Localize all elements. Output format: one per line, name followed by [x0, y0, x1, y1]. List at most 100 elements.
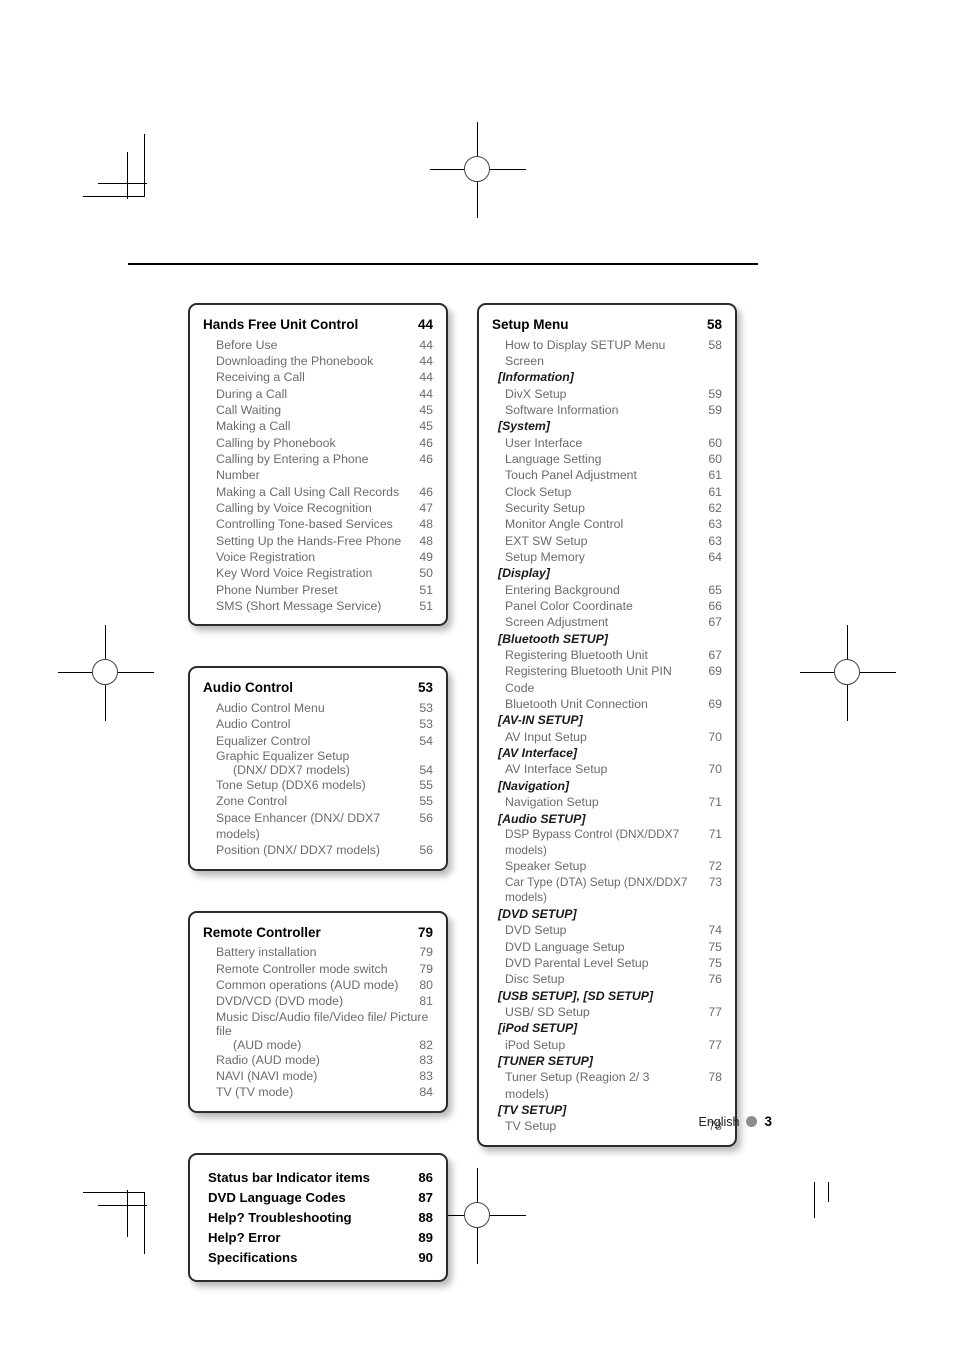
toc-entry[interactable]: Language Setting 60 [492, 451, 722, 467]
toc-entry[interactable]: Calling by Entering a Phone Number 46 [203, 451, 433, 484]
toc-entry[interactable]: DVD Language Codes 87 [203, 1188, 433, 1208]
toc-entry[interactable]: Calling by Voice Recognition 47 [203, 500, 433, 516]
toc-entry[interactable]: Setup Memory 64 [492, 549, 722, 565]
toc-entry-page: 81 [419, 994, 433, 1009]
toc-entry[interactable]: How to Display SETUP Menu Screen 58 [492, 337, 722, 370]
toc-entry[interactable]: DVD Language Setup 75 [492, 939, 722, 955]
toc-entry[interactable]: Position (DNX/ DDX7 models) 56 [203, 842, 433, 858]
toc-entry[interactable]: Touch Panel Adjustment 61 [492, 467, 722, 483]
toc-section-heading[interactable]: Setup Menu 58 [492, 316, 722, 334]
toc-entry-page: 71 [708, 795, 722, 810]
toc-entry[interactable]: Panel Color Coordinate 66 [492, 598, 722, 614]
toc-entry[interactable]: DSP Bypass Control (DNX/DDX7 models) 71 [492, 827, 722, 858]
toc-entry[interactable]: Setting Up the Hands-Free Phone 48 [203, 533, 433, 549]
toc-entry[interactable]: Key Word Voice Registration 50 [203, 565, 433, 581]
toc-entry[interactable]: USB/ SD Setup 77 [492, 1004, 722, 1020]
toc-entry[interactable]: Audio Control 53 [203, 716, 433, 732]
toc-entry[interactable]: Entering Background 65 [492, 582, 722, 598]
toc-section-heading[interactable]: Remote Controller 79 [203, 924, 433, 942]
toc-entry[interactable]: Security Setup 62 [492, 500, 722, 516]
toc-entry[interactable]: AV Input Setup 70 [492, 729, 722, 745]
toc-entry[interactable]: Tone Setup (DDX6 models) 55 [203, 777, 433, 793]
footer-page-number: 3 [764, 1114, 772, 1129]
toc-entry[interactable]: Screen Adjustment 67 [492, 614, 722, 630]
toc-entry-label: Radio (AUD mode) [216, 1052, 320, 1067]
toc-entry[interactable]: Music Disc/Audio file/Video file/ Pictur… [203, 1010, 433, 1052]
toc-entry-page: 61 [708, 484, 722, 499]
toc-entry-label: DVD Language Setup [505, 939, 625, 954]
toc-entry[interactable]: During a Call 44 [203, 386, 433, 402]
toc-entry[interactable]: TV (TV mode) 84 [203, 1084, 433, 1100]
toc-entry[interactable]: DVD Parental Level Setup 75 [492, 955, 722, 971]
toc-entry[interactable]: Space Enhancer (DNX/ DDX7 models) 56 [203, 810, 433, 843]
toc-entry[interactable]: iPod Setup 77 [492, 1037, 722, 1053]
toc-entry[interactable]: Registering Bluetooth Unit PIN Code 69 [492, 663, 722, 696]
toc-entry[interactable]: Battery installation 79 [203, 944, 433, 960]
toc-entry[interactable]: Speaker Setup 72 [492, 858, 722, 874]
toc-entry-label: Touch Panel Adjustment [505, 468, 637, 483]
toc-entry[interactable]: Help? Troubleshooting 88 [203, 1208, 433, 1228]
toc-entry-page: 44 [419, 386, 433, 401]
toc-entry[interactable]: Graphic Equalizer Setup (DNX/ DDX7 model… [203, 749, 433, 777]
toc-subsection-header: [System] [498, 419, 550, 434]
toc-entry[interactable]: Disc Setup 76 [492, 971, 722, 987]
toc-entry-page: 80 [419, 977, 433, 992]
toc-entry[interactable]: Common operations (AUD mode) 80 [203, 977, 433, 993]
toc-entry[interactable]: Controlling Tone-based Services 48 [203, 516, 433, 532]
toc-entry[interactable]: Before Use 44 [203, 337, 433, 353]
toc-entry[interactable]: Phone Number Preset 51 [203, 582, 433, 598]
toc-entry-page: 55 [419, 794, 433, 809]
toc-entry[interactable]: Receiving a Call 44 [203, 369, 433, 385]
toc-entry[interactable]: Call Waiting 45 [203, 402, 433, 418]
toc-entry-label: Voice Registration [216, 550, 316, 565]
section-page: 53 [417, 680, 433, 696]
toc-entry[interactable]: Status bar Indicator items 86 [203, 1168, 433, 1188]
toc-entry[interactable]: AV Interface Setup 70 [492, 761, 722, 777]
toc-entry[interactable]: TV Setup 78 [492, 1118, 722, 1134]
toc-entry-page: 65 [708, 582, 722, 597]
toc-entry[interactable]: Car Type (DTA) Setup (DNX/DDX7 models) 73 [492, 875, 722, 906]
toc-entry[interactable]: Help? Error 89 [203, 1228, 433, 1248]
toc-entry[interactable]: Navigation Setup 71 [492, 794, 722, 810]
toc-entry[interactable]: Registering Bluetooth Unit 67 [492, 647, 722, 663]
toc-entry-label: Common operations (AUD mode) [216, 977, 399, 992]
toc-entry[interactable]: Software Information 59 [492, 402, 722, 418]
toc-entry[interactable]: Specifications 90 [203, 1248, 433, 1268]
toc-entry-label: Registering Bluetooth Unit PIN Code [505, 664, 672, 695]
toc-box-remote-controller: Remote Controller 79 Battery installatio… [188, 910, 448, 1113]
toc-entry[interactable]: User Interface 60 [492, 435, 722, 451]
toc-entry[interactable]: Monitor Angle Control 63 [492, 516, 722, 532]
toc-entry-label: Status bar Indicator items [208, 1169, 370, 1185]
toc-entry[interactable]: Bluetooth Unit Connection 69 [492, 696, 722, 712]
toc-entry-label: Call Waiting [216, 402, 282, 417]
toc-entry-label: Calling by Entering a Phone Number [216, 451, 369, 483]
toc-entry[interactable]: NAVI (NAVI mode) 83 [203, 1068, 433, 1084]
toc-entry[interactable]: SMS (Short Message Service) 51 [203, 598, 433, 614]
toc-entry[interactable]: Audio Control Menu 53 [203, 700, 433, 716]
toc-entry[interactable]: EXT SW Setup 63 [492, 533, 722, 549]
toc-entry[interactable]: Tuner Setup (Reagion 2/ 3 models) 78 [492, 1069, 722, 1102]
toc-entry[interactable]: DivX Setup 59 [492, 386, 722, 402]
toc-entry-page: 63 [708, 517, 722, 532]
toc-entry[interactable]: Making a Call 45 [203, 418, 433, 434]
header-rule [128, 263, 758, 265]
toc-section-heading[interactable]: Hands Free Unit Control 44 [203, 316, 433, 334]
toc-entry-label: Language Setting [505, 451, 602, 466]
toc-entry[interactable]: Equalizer Control 54 [203, 733, 433, 749]
toc-subsection-header: [AV-IN SETUP] [498, 713, 583, 728]
toc-entry-label: Bluetooth Unit Connection [505, 697, 648, 712]
toc-section-heading[interactable]: Audio Control 53 [203, 679, 433, 697]
toc-entry-page: 73 [708, 874, 722, 889]
toc-entry[interactable]: Clock Setup 61 [492, 484, 722, 500]
toc-entry[interactable]: Voice Registration 49 [203, 549, 433, 565]
toc-entry[interactable]: Calling by Phonebook 46 [203, 435, 433, 451]
toc-entry-label: Screen Adjustment [505, 615, 609, 630]
toc-entry[interactable]: Radio (AUD mode) 83 [203, 1052, 433, 1068]
toc-entry-label: Battery installation [216, 945, 317, 960]
toc-entry[interactable]: Remote Controller mode switch 79 [203, 961, 433, 977]
toc-entry[interactable]: Zone Control 55 [203, 793, 433, 809]
toc-entry[interactable]: Making a Call Using Call Records 46 [203, 484, 433, 500]
toc-entry[interactable]: DVD Setup 74 [492, 922, 722, 938]
toc-entry[interactable]: Downloading the Phonebook 44 [203, 353, 433, 369]
toc-entry[interactable]: DVD/VCD (DVD mode) 81 [203, 993, 433, 1009]
